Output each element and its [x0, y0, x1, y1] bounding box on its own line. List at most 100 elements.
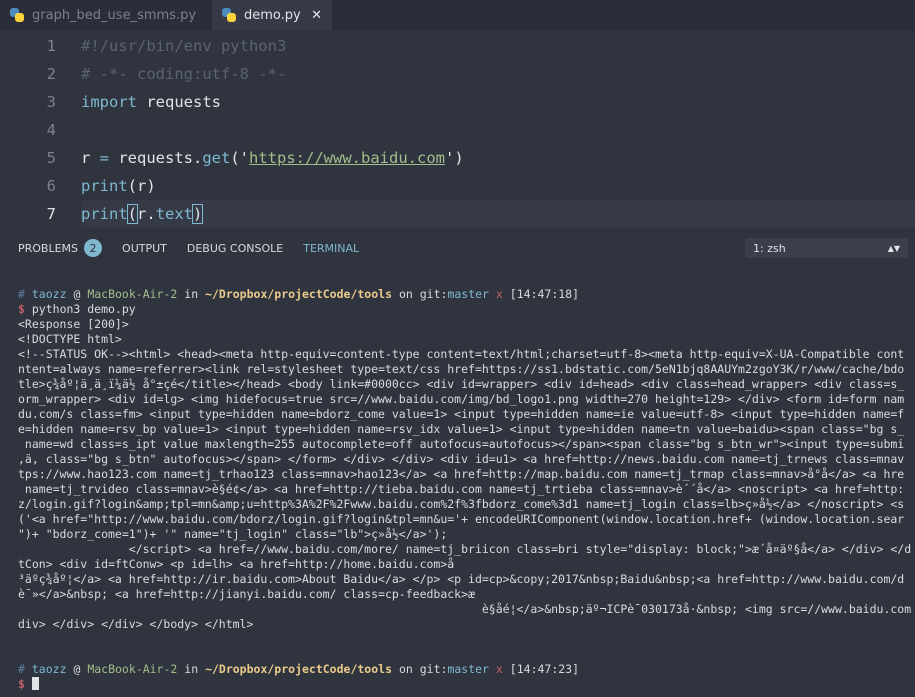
line-number: 1 [46, 37, 56, 55]
line-number: 5 [46, 149, 56, 167]
output-line: è§åé¦</a>&nbsp;äº¬ICPè¯030173å·&nbsp; <i… [18, 602, 912, 616]
code-token: https://www.baidu.com [249, 149, 445, 167]
tab-label: demo.py [244, 7, 301, 23]
tab-label: OUTPUT [122, 241, 167, 255]
terminal-select-value: 1: zsh [753, 241, 786, 255]
code-token: ) [191, 204, 204, 224]
prompt-dirty: x [495, 287, 503, 301]
output-line: orm_wrapper> <div id=lg> <img hidefocus=… [18, 392, 905, 406]
prompt-at: @ [73, 287, 81, 301]
code-text: #!/usr/bin/env python3 [81, 32, 286, 60]
prompt-in: in [184, 662, 199, 676]
output-line: <!--STATUS OK--><html> <head><meta http-… [18, 347, 905, 361]
prompt-user: taozz [31, 287, 67, 301]
prompt-line: # taozz @ MacBook-Air-2 in ~/Dropbox/pro… [18, 287, 915, 302]
line-number: 6 [46, 177, 56, 195]
python-icon [222, 8, 236, 22]
code-token: requests [137, 93, 221, 111]
prompt-user: taozz [31, 662, 67, 676]
input-line[interactable]: $ [18, 677, 915, 692]
line-number: 4 [46, 121, 56, 139]
code-token: r [81, 149, 100, 167]
code-line: 4 [0, 116, 915, 144]
prompt-hash: # [18, 287, 25, 301]
prompt-path: ~/Dropbox/projectCode/tools [205, 662, 392, 676]
editor-tab-bar: graph_bed_use_smms.py demo.py ✕ [0, 0, 915, 30]
output-line: tle>ç¾åº¦ä¸ä¸ï¼ä½ å°±çé</title></head> <… [18, 377, 905, 391]
code-token: ( [126, 204, 139, 224]
prompt-at: @ [73, 662, 81, 676]
output-line: ,ä, class="bg s_btn" autofocus></span> <… [18, 452, 905, 466]
terminal-select[interactable]: 1: zsh ▲▼ [745, 238, 908, 258]
prompt-host: MacBook-Air-2 [87, 287, 178, 301]
prompt-dirty: x [495, 662, 503, 676]
code-token: # -*- coding:utf-8 -*- [81, 65, 287, 83]
code-line: 7 print(r.text) [47, 200, 915, 228]
tab-label: PROBLEMS [18, 241, 79, 255]
output-line: <!DOCTYPE html> [18, 332, 122, 346]
prompt-on: on [398, 287, 413, 301]
tab-label: DEBUG CONSOLE [186, 241, 284, 255]
code-token: #!/usr/bin/env python3 [81, 37, 287, 55]
code-token: import [81, 93, 137, 111]
code-editor[interactable]: 1 #!/usr/bin/env python3 2 # -*- coding:utf… [0, 30, 915, 230]
command-text: python3 demo.py [31, 302, 136, 316]
code-token: = [99, 149, 110, 167]
output-line: du.com/s class=fm> <input type=hidden na… [18, 407, 905, 421]
prompt-dollar: $ [18, 677, 25, 691]
code-token: text [155, 205, 194, 223]
terminal-cursor [31, 677, 39, 690]
prompt-host: MacBook-Air-2 [87, 662, 178, 676]
output-line: è¯»</a>&nbsp; <a href=http://jianyi.baid… [18, 587, 475, 601]
prompt-git: git: [419, 287, 448, 301]
output-line: </script> <a href=//www.baidu.com/more/ … [18, 542, 912, 556]
code-text: print(r) [81, 172, 156, 200]
code-text: # -*- coding:utf-8 -*- [81, 60, 286, 88]
tab-label: TERMINAL [303, 241, 360, 255]
prompt-branch: master [447, 662, 489, 676]
code-text: print(r.text) [81, 200, 204, 228]
code-line: 2 # -*- coding:utf-8 -*- [0, 60, 915, 88]
tab-problems[interactable]: PROBLEMS 2 [18, 239, 103, 257]
line-number: 2 [46, 65, 56, 83]
output-line: ")+ "bdorz_come=1")+ '" name="tj_login" … [18, 527, 448, 541]
line-number: 7 [46, 205, 56, 223]
output-line: z/login.gif?login&amp;tpl=mn&amp;u=http%… [18, 497, 905, 511]
terminal-output[interactable]: # taozz @ MacBook-Air-2 in ~/Dropbox/pro… [18, 287, 915, 692]
prompt-hash: # [18, 662, 25, 676]
prompt-time: [14:47:18] [509, 287, 580, 301]
prompt-line: # taozz @ MacBook-Air-2 in ~/Dropbox/pro… [18, 662, 915, 677]
code-token: ') [444, 149, 464, 167]
line-number: 3 [46, 93, 56, 111]
problems-count-badge: 2 [84, 239, 103, 257]
tab-debug-console[interactable]: DEBUG CONSOLE [187, 242, 283, 255]
select-arrows-icon: ▲▼ [887, 243, 900, 253]
tab-label: graph_bed_use_smms.py [32, 7, 197, 23]
output-line: div> </div> </div> </body> </html> [18, 617, 254, 631]
output-line: name=tj_trvideo class=mnav>è§é¢</a> <a h… [18, 482, 905, 496]
output-line: name=wd class=s_ipt value maxlength=255 … [18, 437, 905, 451]
output-line: <Response [200]> [18, 317, 129, 331]
prompt-on: on [398, 662, 413, 676]
command-line: $ python3 demo.py [18, 302, 915, 317]
prompt-path: ~/Dropbox/projectCode/tools [205, 287, 392, 301]
tab-terminal[interactable]: TERMINAL [303, 242, 359, 255]
code-line: 1 #!/usr/bin/env python3 [0, 32, 915, 60]
output-line: ntent=always name=referrer><link rel=sty… [18, 362, 905, 376]
code-token: print [81, 205, 128, 223]
code-token: (r) [127, 177, 156, 195]
tab-demo[interactable]: demo.py ✕ [212, 0, 332, 30]
code-line: 5 r = requests.get('https://www.baidu.com… [0, 144, 915, 172]
prompt-dollar: $ [18, 302, 25, 316]
code-token: r. [137, 205, 156, 223]
output-line: ('<a href="http://www.baidu.com/bdorz/lo… [18, 512, 905, 526]
output-line: e=hidden name=rsv_bp value=1> <input typ… [18, 422, 905, 436]
code-text: r = requests.get('https://www.baidu.com'… [81, 144, 464, 172]
close-icon[interactable]: ✕ [311, 8, 322, 23]
tab-graph-bed-use-smms[interactable]: graph_bed_use_smms.py [0, 0, 206, 30]
code-text: import requests [81, 88, 221, 116]
code-line: 6 print(r) [0, 172, 915, 200]
tab-output[interactable]: OUTPUT [122, 242, 167, 255]
code-token: requests. [109, 149, 203, 167]
